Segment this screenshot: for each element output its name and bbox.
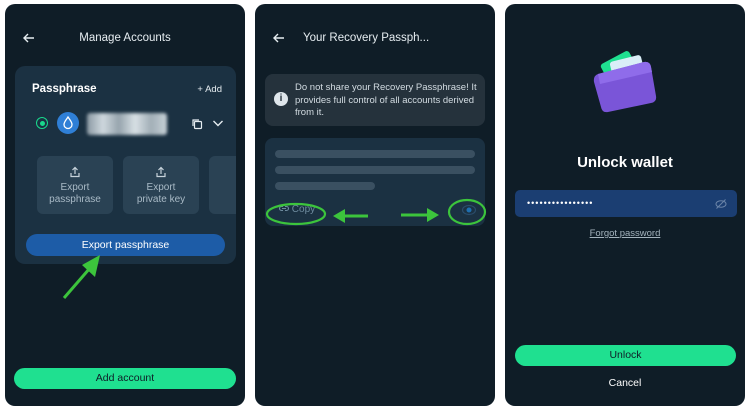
export-passphrase-button[interactable]: Export passphrase <box>26 234 225 256</box>
page-title: Unlock wallet <box>577 154 673 171</box>
hidden-phrase-line <box>275 166 475 174</box>
tile-label-2: passphrase <box>49 194 101 205</box>
chevron-down-icon[interactable] <box>212 118 224 128</box>
warning-banner: i Do not share your Recovery Passphrase!… <box>265 74 485 126</box>
header: Your Recovery Passph... <box>255 30 495 50</box>
export-private-key-tile[interactable]: Export private key <box>123 156 199 214</box>
unlock-wallet-screen: Unlock wallet •••••••••••••••• Forgot pa… <box>505 4 745 406</box>
manage-accounts-screen: Manage Accounts Passphrase + Add Export … <box>5 4 245 406</box>
info-icon: i <box>274 92 288 106</box>
wallet-icon <box>593 51 657 113</box>
link-icon <box>278 206 290 212</box>
eye-icon[interactable] <box>461 203 477 217</box>
copy-button[interactable]: Copy <box>278 204 316 215</box>
export-passphrase-tile[interactable]: Export passphrase <box>37 156 113 214</box>
account-row[interactable] <box>25 104 227 144</box>
password-value: •••••••••••••••• <box>527 198 594 208</box>
section-title: Passphrase <box>32 83 97 95</box>
drop-icon <box>57 112 79 134</box>
cancel-button[interactable]: Cancel <box>505 377 745 389</box>
tile-label-2: ac <box>209 194 236 206</box>
passphrase-card: Passphrase + Add Export passphrase Expor… <box>15 66 236 264</box>
account-name-redacted <box>87 113 167 135</box>
tile-label-1: Re <box>209 182 236 194</box>
back-arrow-icon[interactable] <box>271 30 287 46</box>
passphrase-box: Copy <box>265 138 485 226</box>
share-icon <box>156 166 166 178</box>
share-icon <box>70 166 80 178</box>
hidden-phrase-line <box>275 182 375 190</box>
add-account-button[interactable]: Add account <box>14 368 236 389</box>
password-input[interactable]: •••••••••••••••• <box>515 190 737 217</box>
warning-text: Do not share your Recovery Passphrase! I… <box>295 82 477 118</box>
selected-radio[interactable] <box>36 117 48 129</box>
add-button[interactable]: + Add <box>197 84 222 95</box>
recovery-passphrase-screen: Your Recovery Passph... i Do not share y… <box>255 4 495 406</box>
forgot-password-link[interactable]: Forgot password <box>505 228 745 239</box>
eye-off-icon[interactable] <box>715 198 727 210</box>
tile-label-2: private key <box>136 194 186 205</box>
export-options: Export passphrase Export private key Re … <box>37 156 236 216</box>
header: Manage Accounts <box>5 30 245 50</box>
hidden-phrase-line <box>275 150 475 158</box>
tile-label-1: Export <box>146 182 176 193</box>
remove-account-tile[interactable]: Re ac <box>209 156 236 214</box>
tile-label-1: Export <box>60 182 90 193</box>
copy-label: Copy <box>291 204 316 215</box>
copy-icon[interactable] <box>191 118 203 130</box>
page-title: Your Recovery Passph... <box>303 32 430 44</box>
unlock-button[interactable]: Unlock <box>515 345 736 366</box>
page-title: Manage Accounts <box>79 32 171 44</box>
